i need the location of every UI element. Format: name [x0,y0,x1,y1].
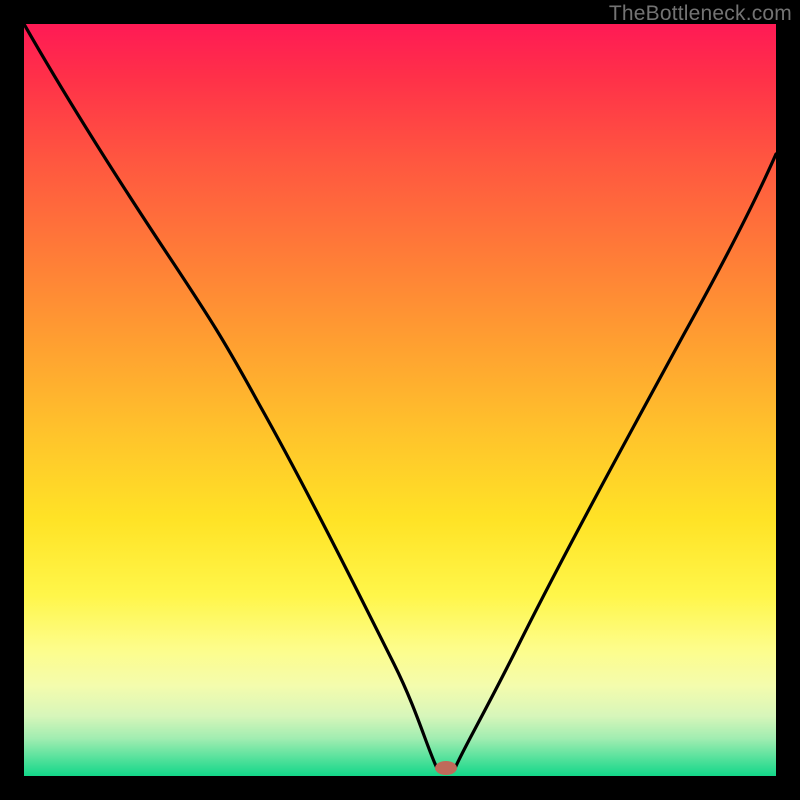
optimal-marker [435,761,457,775]
chart-frame: TheBottleneck.com [0,0,800,800]
bottleneck-curve [24,24,776,766]
curve-layer [24,24,776,776]
watermark-text: TheBottleneck.com [609,2,792,26]
plot-area [24,24,776,776]
